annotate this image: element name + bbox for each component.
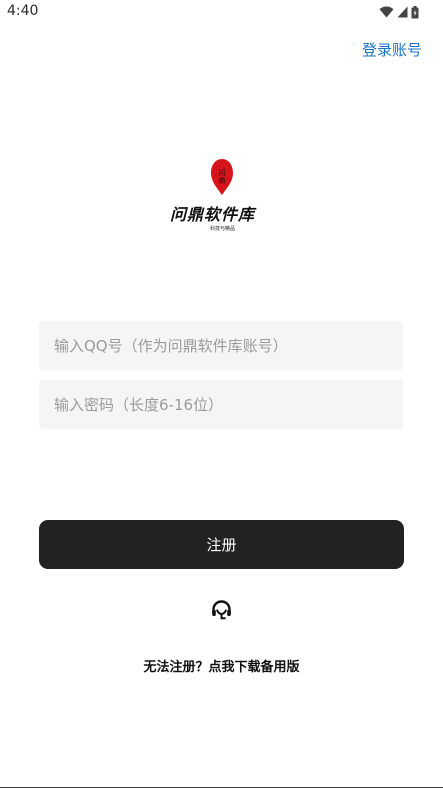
status-bar: 4:40 xyxy=(0,0,443,24)
battery-icon xyxy=(411,5,419,18)
app-logo: 问 鼎 问鼎软件库 科技与精品 xyxy=(163,156,281,240)
register-button[interactable]: 注册 xyxy=(39,520,404,569)
status-time: 4:40 xyxy=(7,3,39,19)
password-input[interactable] xyxy=(39,380,403,429)
status-icons xyxy=(379,5,419,19)
seal-icon: 问 鼎 xyxy=(210,158,234,196)
login-account-link[interactable]: 登录账号 xyxy=(362,39,422,60)
logo-tagline: 科技与精品 xyxy=(210,226,236,232)
seal-text-top: 问 xyxy=(218,169,226,177)
logo-app-name: 问鼎软件库 xyxy=(170,205,256,224)
download-backup-link[interactable]: 无法注册？点我下载备用版 xyxy=(0,656,443,675)
cellular-signal-icon xyxy=(397,6,408,18)
seal-text: 问 鼎 xyxy=(210,158,234,196)
wifi-icon xyxy=(379,6,394,18)
qq-number-input[interactable] xyxy=(39,321,403,370)
seal-text-bottom: 鼎 xyxy=(218,177,226,185)
headset-icon[interactable] xyxy=(211,600,232,620)
